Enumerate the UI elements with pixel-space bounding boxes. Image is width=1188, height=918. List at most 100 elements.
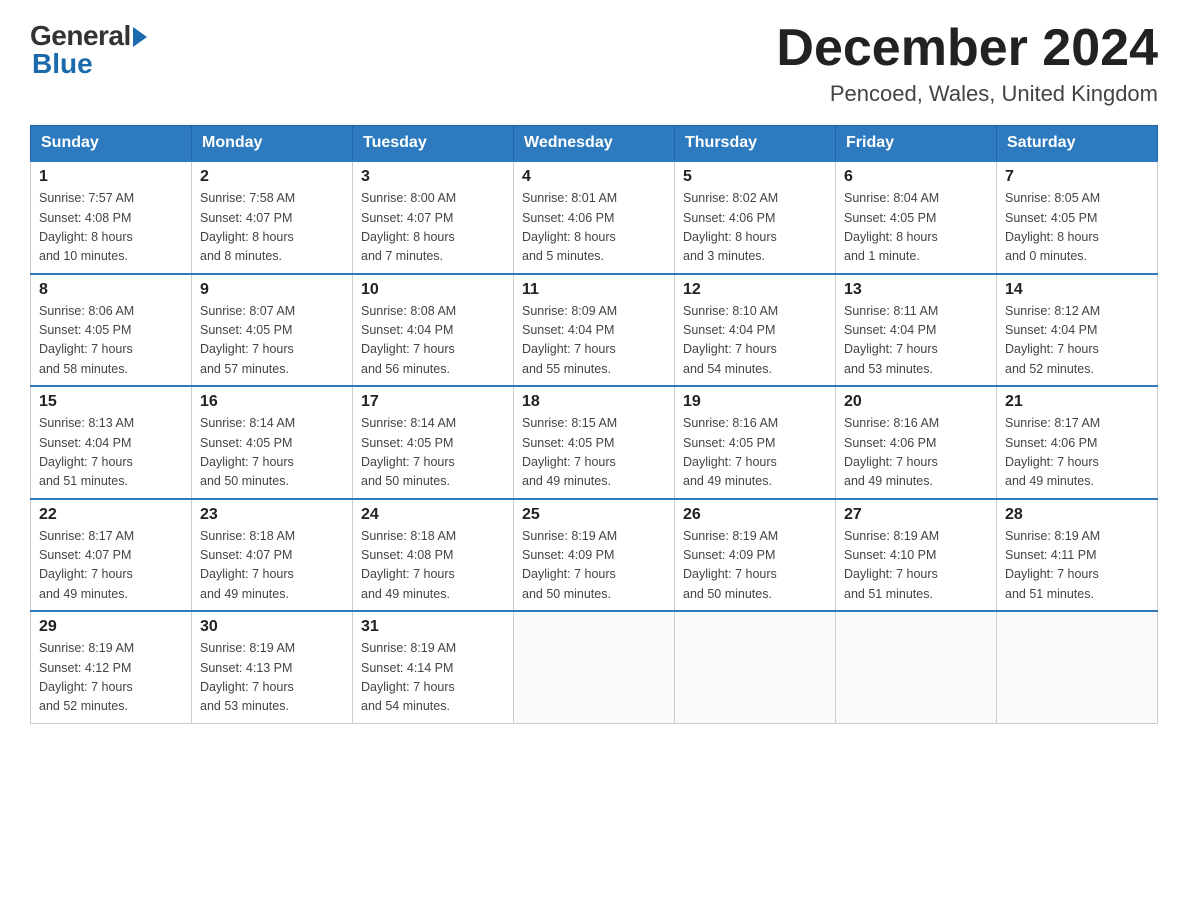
day-info: Sunrise: 8:04 AM Sunset: 4:05 PM Dayligh… (844, 189, 988, 267)
calendar-title-block: December 2024 Pencoed, Wales, United Kin… (776, 20, 1158, 107)
day-info: Sunrise: 8:17 AM Sunset: 4:06 PM Dayligh… (1005, 414, 1149, 492)
calendar-cell: 25 Sunrise: 8:19 AM Sunset: 4:09 PM Dayli… (514, 499, 675, 612)
calendar-cell: 30 Sunrise: 8:19 AM Sunset: 4:13 PM Dayli… (192, 611, 353, 723)
calendar-cell: 2 Sunrise: 7:58 AM Sunset: 4:07 PM Daylig… (192, 161, 353, 274)
calendar-cell: 23Sunrise: 8:18 AM Sunset: 4:07 PM Dayli… (192, 499, 353, 612)
calendar-cell: 19 Sunrise: 8:16 AM Sunset: 4:05 PM Dayli… (675, 386, 836, 499)
day-info: Sunrise: 7:58 AM Sunset: 4:07 PM Dayligh… (200, 189, 344, 267)
day-info: Sunrise: 8:14 AM Sunset: 4:05 PM Dayligh… (361, 414, 505, 492)
header-day-monday: Monday (192, 126, 353, 162)
calendar-cell: 31 Sunrise: 8:19 AM Sunset: 4:14 PM Dayli… (353, 611, 514, 723)
day-info: Sunrise: 8:18 AM Sunset: 4:08 PM Dayligh… (361, 527, 505, 605)
calendar-cell: 24 Sunrise: 8:18 AM Sunset: 4:08 PM Dayli… (353, 499, 514, 612)
day-number: 8 (39, 281, 183, 299)
day-info: Sunrise: 8:19 AM Sunset: 4:12 PM Dayligh… (39, 639, 183, 717)
calendar-week-2: 8 Sunrise: 8:06 AM Sunset: 4:05 PM Daylig… (31, 274, 1158, 387)
day-number: 14 (1005, 281, 1149, 299)
day-info: Sunrise: 8:19 AM Sunset: 4:14 PM Dayligh… (361, 639, 505, 717)
day-number: 11 (522, 281, 666, 299)
day-info: Sunrise: 7:57 AM Sunset: 4:08 PM Dayligh… (39, 189, 183, 267)
day-number: 25 (522, 506, 666, 524)
calendar-subtitle: Pencoed, Wales, United Kingdom (776, 81, 1158, 107)
day-info: Sunrise: 8:19 AM Sunset: 4:11 PM Dayligh… (1005, 527, 1149, 605)
calendar-cell: 28 Sunrise: 8:19 AM Sunset: 4:11 PM Dayli… (997, 499, 1158, 612)
calendar-cell: 17 Sunrise: 8:14 AM Sunset: 4:05 PM Dayli… (353, 386, 514, 499)
calendar-cell: 16Sunrise: 8:14 AM Sunset: 4:05 PM Dayli… (192, 386, 353, 499)
day-number: 2 (200, 168, 344, 186)
day-info: Sunrise: 8:07 AM Sunset: 4:05 PM Dayligh… (200, 302, 344, 380)
calendar-cell: 9 Sunrise: 8:07 AM Sunset: 4:05 PM Daylig… (192, 274, 353, 387)
calendar-cell: 15 Sunrise: 8:13 AM Sunset: 4:04 PM Dayli… (31, 386, 192, 499)
day-number: 20 (844, 393, 988, 411)
day-info: Sunrise: 8:18 AM Sunset: 4:07 PM Dayligh… (200, 527, 344, 605)
calendar-cell: 27 Sunrise: 8:19 AM Sunset: 4:10 PM Dayli… (836, 499, 997, 612)
calendar-table: SundayMondayTuesdayWednesdayThursdayFrid… (30, 125, 1158, 724)
day-number: 27 (844, 506, 988, 524)
page-header: General Blue December 2024 Pencoed, Wale… (30, 20, 1158, 107)
calendar-cell: 21 Sunrise: 8:17 AM Sunset: 4:06 PM Dayli… (997, 386, 1158, 499)
day-number: 31 (361, 618, 505, 636)
day-info: Sunrise: 8:05 AM Sunset: 4:05 PM Dayligh… (1005, 189, 1149, 267)
day-info: Sunrise: 8:13 AM Sunset: 4:04 PM Dayligh… (39, 414, 183, 492)
header-day-sunday: Sunday (31, 126, 192, 162)
day-number: 19 (683, 393, 827, 411)
day-number: 10 (361, 281, 505, 299)
day-info: Sunrise: 8:06 AM Sunset: 4:05 PM Dayligh… (39, 302, 183, 380)
calendar-cell: 14Sunrise: 8:12 AM Sunset: 4:04 PM Dayli… (997, 274, 1158, 387)
day-number: 21 (1005, 393, 1149, 411)
day-number: 3 (361, 168, 505, 186)
calendar-cell: 18 Sunrise: 8:15 AM Sunset: 4:05 PM Dayli… (514, 386, 675, 499)
calendar-title: December 2024 (776, 20, 1158, 77)
calendar-week-3: 15 Sunrise: 8:13 AM Sunset: 4:04 PM Dayli… (31, 386, 1158, 499)
day-number: 5 (683, 168, 827, 186)
calendar-cell: 1Sunrise: 7:57 AM Sunset: 4:08 PM Daylig… (31, 161, 192, 274)
day-number: 22 (39, 506, 183, 524)
calendar-header: SundayMondayTuesdayWednesdayThursdayFrid… (31, 126, 1158, 162)
header-day-saturday: Saturday (997, 126, 1158, 162)
calendar-cell: 12 Sunrise: 8:10 AM Sunset: 4:04 PM Dayli… (675, 274, 836, 387)
day-info: Sunrise: 8:16 AM Sunset: 4:05 PM Dayligh… (683, 414, 827, 492)
day-number: 17 (361, 393, 505, 411)
day-info: Sunrise: 8:02 AM Sunset: 4:06 PM Dayligh… (683, 189, 827, 267)
day-number: 16 (200, 393, 344, 411)
calendar-body: 1Sunrise: 7:57 AM Sunset: 4:08 PM Daylig… (31, 161, 1158, 723)
logo: General Blue (30, 20, 147, 80)
day-number: 12 (683, 281, 827, 299)
calendar-cell: 4 Sunrise: 8:01 AM Sunset: 4:06 PM Daylig… (514, 161, 675, 274)
day-number: 24 (361, 506, 505, 524)
calendar-cell (675, 611, 836, 723)
day-number: 30 (200, 618, 344, 636)
day-info: Sunrise: 8:19 AM Sunset: 4:09 PM Dayligh… (522, 527, 666, 605)
calendar-cell (514, 611, 675, 723)
calendar-cell: 20Sunrise: 8:16 AM Sunset: 4:06 PM Dayli… (836, 386, 997, 499)
calendar-week-5: 29Sunrise: 8:19 AM Sunset: 4:12 PM Dayli… (31, 611, 1158, 723)
day-info: Sunrise: 8:19 AM Sunset: 4:09 PM Dayligh… (683, 527, 827, 605)
calendar-cell: 13Sunrise: 8:11 AM Sunset: 4:04 PM Dayli… (836, 274, 997, 387)
calendar-cell: 11Sunrise: 8:09 AM Sunset: 4:04 PM Dayli… (514, 274, 675, 387)
day-number: 4 (522, 168, 666, 186)
day-info: Sunrise: 8:17 AM Sunset: 4:07 PM Dayligh… (39, 527, 183, 605)
day-number: 18 (522, 393, 666, 411)
header-row: SundayMondayTuesdayWednesdayThursdayFrid… (31, 126, 1158, 162)
calendar-week-4: 22 Sunrise: 8:17 AM Sunset: 4:07 PM Dayli… (31, 499, 1158, 612)
header-day-tuesday: Tuesday (353, 126, 514, 162)
header-day-friday: Friday (836, 126, 997, 162)
day-info: Sunrise: 8:08 AM Sunset: 4:04 PM Dayligh… (361, 302, 505, 380)
calendar-cell: 29Sunrise: 8:19 AM Sunset: 4:12 PM Dayli… (31, 611, 192, 723)
day-number: 28 (1005, 506, 1149, 524)
day-info: Sunrise: 8:15 AM Sunset: 4:05 PM Dayligh… (522, 414, 666, 492)
day-info: Sunrise: 8:00 AM Sunset: 4:07 PM Dayligh… (361, 189, 505, 267)
day-info: Sunrise: 8:19 AM Sunset: 4:13 PM Dayligh… (200, 639, 344, 717)
day-number: 9 (200, 281, 344, 299)
day-info: Sunrise: 8:10 AM Sunset: 4:04 PM Dayligh… (683, 302, 827, 380)
day-info: Sunrise: 8:01 AM Sunset: 4:06 PM Dayligh… (522, 189, 666, 267)
day-number: 15 (39, 393, 183, 411)
day-number: 7 (1005, 168, 1149, 186)
day-number: 6 (844, 168, 988, 186)
calendar-week-1: 1Sunrise: 7:57 AM Sunset: 4:08 PM Daylig… (31, 161, 1158, 274)
logo-arrow-icon (133, 27, 147, 47)
logo-blue-text: Blue (32, 48, 93, 80)
calendar-cell: 22 Sunrise: 8:17 AM Sunset: 4:07 PM Dayli… (31, 499, 192, 612)
day-info: Sunrise: 8:19 AM Sunset: 4:10 PM Dayligh… (844, 527, 988, 605)
calendar-cell: 8 Sunrise: 8:06 AM Sunset: 4:05 PM Daylig… (31, 274, 192, 387)
